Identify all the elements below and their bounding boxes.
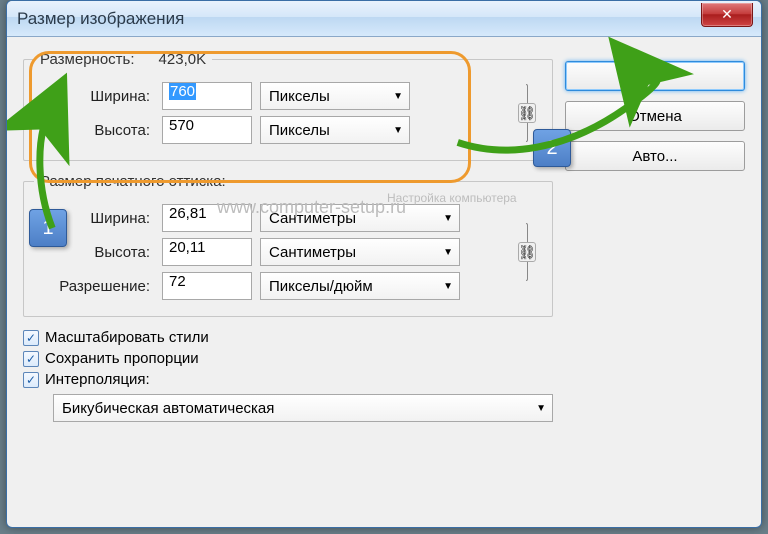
- resolution-unit-select[interactable]: Пикселы/дюйм ▼: [260, 272, 460, 300]
- px-height-input[interactable]: 570: [162, 116, 252, 144]
- watermark-small: Настройка компьютера: [387, 191, 517, 205]
- px-height-unit-value: Пикселы: [269, 122, 330, 139]
- interpolation-label: Интерполяция:: [45, 371, 150, 388]
- chevron-down-icon: ▼: [536, 403, 546, 414]
- px-height-label: Высота:: [34, 122, 154, 139]
- image-size-dialog: Размер изображения ✕ Размерность: 423,0K…: [6, 0, 762, 528]
- constrain-link-icon[interactable]: ⛓: [518, 103, 536, 123]
- pixel-dimensions-legend: Размерность: 423,0K: [34, 51, 212, 68]
- interpolation-method-select[interactable]: Бикубическая автоматическая ▼: [53, 394, 553, 422]
- window-title: Размер изображения: [17, 9, 184, 29]
- chevron-down-icon: ▼: [443, 247, 453, 258]
- px-width-unit-select[interactable]: Пикселы ▼: [260, 82, 410, 110]
- px-height-unit-select[interactable]: Пикселы ▼: [260, 116, 410, 144]
- constrain-link-icon[interactable]: ⛓: [518, 242, 536, 262]
- print-size-legend: Размер печатного оттиска:: [34, 173, 232, 190]
- ok-button[interactable]: ОК: [565, 61, 745, 91]
- doc-height-input[interactable]: 20,11: [162, 238, 252, 266]
- constrain-proportions-label: Сохранить пропорции: [45, 350, 199, 367]
- auto-button[interactable]: Авто...: [565, 141, 745, 171]
- close-icon: ✕: [721, 6, 733, 23]
- constrain-proportions-checkbox[interactable]: ✓: [23, 351, 39, 367]
- cancel-button[interactable]: Отмена: [565, 101, 745, 131]
- scale-styles-label: Масштабировать стили: [45, 329, 209, 346]
- resolution-label: Разрешение:: [34, 278, 154, 295]
- px-width-label: Ширина:: [34, 88, 154, 105]
- annotation-step-1: 1: [29, 209, 67, 247]
- px-width-input[interactable]: 760: [162, 82, 252, 110]
- doc-width-unit-select[interactable]: Сантиметры ▼: [260, 204, 460, 232]
- doc-width-unit-value: Сантиметры: [269, 210, 356, 227]
- px-width-unit-value: Пикселы: [269, 88, 330, 105]
- dimensions-label: Размерность:: [40, 51, 135, 68]
- annotation-step-2: 2: [533, 129, 571, 167]
- doc-height-unit-value: Сантиметры: [269, 244, 356, 261]
- chevron-down-icon: ▼: [443, 213, 453, 224]
- doc-width-input[interactable]: 26,81: [162, 204, 252, 232]
- doc-height-unit-select[interactable]: Сантиметры ▼: [260, 238, 460, 266]
- chevron-down-icon: ▼: [443, 281, 453, 292]
- interpolation-checkbox[interactable]: ✓: [23, 372, 39, 388]
- resolution-input[interactable]: 72: [162, 272, 252, 300]
- interpolation-method-value: Бикубическая автоматическая: [62, 400, 274, 417]
- close-button[interactable]: ✕: [701, 3, 753, 27]
- chevron-down-icon: ▼: [393, 91, 403, 102]
- titlebar: Размер изображения ✕: [7, 1, 761, 37]
- resolution-unit-value: Пикселы/дюйм: [269, 278, 373, 295]
- scale-styles-checkbox[interactable]: ✓: [23, 330, 39, 346]
- dimensions-value: 423,0K: [159, 51, 207, 68]
- pixel-dimensions-group: Размерность: 423,0K Ширина: 760 Пикселы …: [23, 51, 553, 161]
- chevron-down-icon: ▼: [393, 125, 403, 136]
